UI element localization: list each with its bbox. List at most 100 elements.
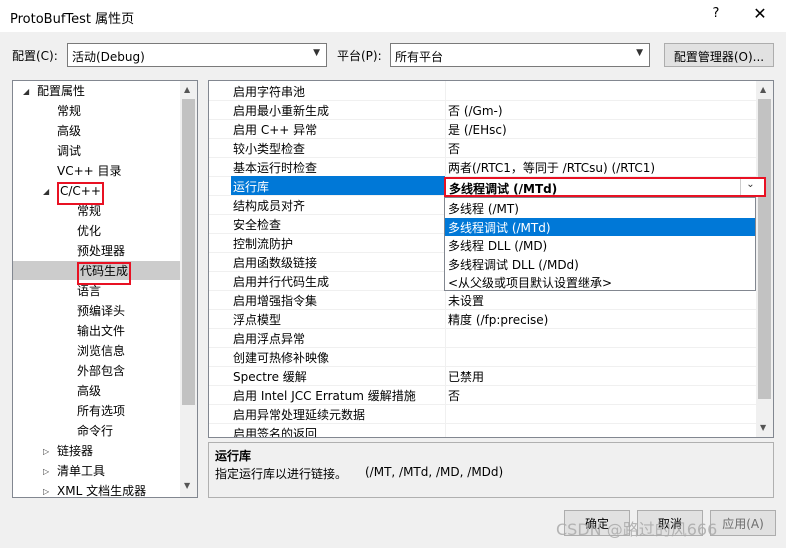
property-row[interactable]: 启用 Intel JCC Erratum 缓解措施 否 [209,385,757,405]
tree-item[interactable]: 预处理器 [77,242,125,261]
property-name: 控制流防护 [233,237,294,251]
chevron-down-icon: ▼ [636,48,643,58]
scroll-up-icon[interactable]: ▲ [760,85,766,94]
property-row[interactable]: 启用异常处理延续元数据 [209,404,757,424]
tree-item[interactable]: 优化 [77,222,101,241]
property-value[interactable]: 否 (/Gm-) [448,102,503,119]
chevron-down-icon[interactable]: ⌄ [740,179,760,195]
property-row[interactable]: 启用签名的返回 [209,423,757,438]
tree-item[interactable]: 语言 [77,282,101,301]
tree-item[interactable]: 输出文件 [77,322,125,341]
property-tree[interactable]: ◢ 配置属性 常规 高级 调试 VC++ 目录 ◢ C/C++ 常规 优化 预处理器 代码生成 语言 预编… [12,80,198,498]
property-name: 启用最小重新生成 [233,104,330,118]
property-value[interactable]: 两者(/RTC1，等同于 /RTCsu) (/RTC1) [448,159,655,176]
column-divider [445,157,446,176]
grid-scroll-thumb[interactable] [758,99,771,399]
tree-scrollbar[interactable]: ▲ ▼ [180,81,197,497]
column-divider [445,347,446,366]
expanded-arrow-icon[interactable]: ◢ [23,87,29,96]
tree-item[interactable]: 配置属性 [37,82,85,101]
tree-scroll-thumb[interactable] [182,99,195,405]
collapsed-arrow-icon[interactable]: ▷ [43,467,49,476]
property-row[interactable]: 浮点模型 精度 (/fp:precise) [209,309,757,329]
tree-item[interactable]: 外部包含 [77,362,125,381]
property-value[interactable]: 否 [448,140,460,157]
config-select-value: 活动(Debug) [72,50,145,64]
description-title: 运行库 [215,449,252,463]
grid-scrollbar[interactable]: ▲ ▼ [756,81,773,437]
dropdown-option[interactable]: <从父级或项目默认设置继承> [445,273,755,291]
runtime-library-combo[interactable]: 多线程调试 (/MTd) ⌄ [444,177,766,197]
tree-item[interactable]: 常规 [77,202,101,221]
property-name: 启用异常处理延续元数据 [233,408,366,422]
runtime-library-options[interactable]: 多线程 (/MT) 多线程调试 (/MTd) 多线程 DLL (/MD) 多线程调试 … [444,197,756,291]
property-row[interactable]: 启用 C++ 异常 是 (/EHsc) [209,119,757,139]
property-name: 启用并行代码生成 [233,275,330,289]
property-value[interactable]: 精度 (/fp:precise) [448,311,548,328]
scroll-up-icon[interactable]: ▲ [184,85,190,94]
watermark-text: CSDN @路过的风666 [556,520,718,539]
property-name: 安全检查 [233,218,282,232]
config-label: 配置(C): [12,49,58,63]
tree-item[interactable]: VC++ 目录 [57,162,122,181]
property-value[interactable]: 否 [448,387,460,404]
property-value[interactable]: 已禁用 [448,368,484,385]
property-name: 启用字符串池 [233,85,306,99]
runtime-library-current: 多线程调试 (/MTd) [449,182,558,196]
dropdown-option[interactable]: 多线程 (/MT) [445,199,755,217]
tree-item[interactable]: 高级 [77,382,101,401]
apply-button[interactable]: 应用(A) [710,510,776,536]
tree-item[interactable]: 所有选项 [77,402,125,421]
column-divider [445,290,446,309]
column-divider [445,404,446,423]
collapsed-arrow-icon[interactable]: ▷ [43,447,49,456]
close-icon[interactable]: ✕ [748,4,772,26]
tree-item[interactable]: 命令行 [77,422,113,441]
tree-item[interactable]: 调试 [57,142,81,161]
config-manager-button[interactable]: 配置管理器(O)... [664,43,774,67]
column-divider [445,119,446,138]
scroll-down-icon[interactable]: ▼ [760,423,766,432]
property-row[interactable]: 较小类型检查 否 [209,138,757,158]
platform-select[interactable]: 所有平台 ▼ [390,43,650,67]
property-name: 启用浮点异常 [233,332,306,346]
tree-item[interactable]: 浏览信息 [77,342,125,361]
expanded-arrow-icon[interactable]: ◢ [43,187,49,196]
chevron-down-icon: ▼ [313,48,320,58]
property-name: 启用增强指令集 [233,294,318,308]
dropdown-option[interactable]: 多线程调试 DLL (/MDd) [445,255,755,273]
help-button[interactable]: ? [704,6,728,26]
property-name: 创建可热修补映像 [233,351,330,365]
property-row[interactable]: 启用字符串池 [209,81,757,101]
property-name: 启用 C++ 异常 [233,123,318,137]
property-row[interactable]: 启用增强指令集 未设置 [209,290,757,310]
tree-item[interactable]: 常规 [57,102,81,121]
window-title: ProtoBufTest 属性页 [10,12,135,27]
config-select[interactable]: 活动(Debug) ▼ [67,43,327,67]
column-divider [445,328,446,347]
collapsed-arrow-icon[interactable]: ▷ [43,487,49,496]
property-row[interactable]: 启用最小重新生成 否 (/Gm-) [209,100,757,120]
scroll-down-icon[interactable]: ▼ [184,481,190,490]
property-row[interactable]: 基本运行时检查 两者(/RTC1，等同于 /RTCsu) (/RTC1) [209,157,757,177]
property-row[interactable]: 创建可热修补映像 [209,347,757,367]
description-flags: (/MT, /MTd, /MD, /MDd) [365,465,504,479]
column-divider [445,138,446,157]
tree-item[interactable]: 链接器 [57,442,93,461]
property-value[interactable]: 是 (/EHsc) [448,121,507,138]
property-name: 运行库 [233,180,270,194]
tree-item[interactable]: 预编译头 [77,302,125,321]
property-name: 结构成员对齐 [233,199,306,213]
tree-item[interactable]: XML 文档生成器 [57,482,146,497]
property-name: 较小类型检查 [233,142,306,156]
property-row[interactable]: Spectre 缓解 已禁用 [209,366,757,386]
property-value[interactable]: 未设置 [448,292,484,309]
property-name: 启用签名的返回 [233,427,318,438]
property-name: Spectre 缓解 [233,370,307,384]
tree-item[interactable]: 高级 [57,122,81,141]
dropdown-option[interactable]: 多线程调试 (/MTd) [445,217,755,236]
tree-item[interactable]: 清单工具 [57,462,105,481]
property-row[interactable]: 启用浮点异常 [209,328,757,348]
property-name: 启用 Intel JCC Erratum 缓解措施 [233,389,416,403]
dropdown-option[interactable]: 多线程 DLL (/MD) [445,236,755,254]
